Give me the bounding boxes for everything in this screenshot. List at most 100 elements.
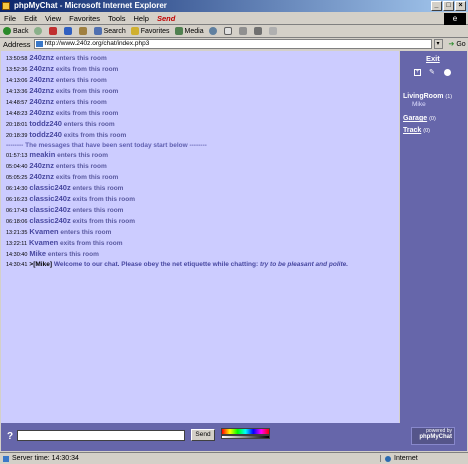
color-picker[interactable] <box>221 428 270 435</box>
menu-favorites[interactable]: Favorites <box>69 14 100 23</box>
favorites-button[interactable]: Favorites <box>130 27 170 35</box>
message-row: 06:14:30 classic240z enters this room <box>6 183 394 194</box>
message-nick[interactable]: Kvamen <box>29 227 58 236</box>
print-button[interactable] <box>238 27 249 35</box>
message-time: 05:05:25 <box>6 175 28 181</box>
message-time: 06:18:06 <box>6 219 28 225</box>
message-text: exits from this room <box>55 66 119 73</box>
message-nick[interactable]: classic240z <box>29 216 70 225</box>
users-icon[interactable]: ✎ <box>429 69 436 76</box>
forward-button[interactable] <box>33 27 44 35</box>
message-nick[interactable]: Kvamen <box>29 238 58 247</box>
message-nick[interactable]: 240znz <box>29 53 54 62</box>
powered-by-logo[interactable]: powered by phpMyChat <box>411 427 455 445</box>
history-icon <box>208 27 217 35</box>
message-nick[interactable]: 240znz <box>29 86 54 95</box>
add-room-icon[interactable]: + <box>414 69 421 76</box>
message-nick[interactable]: toddz240 <box>29 130 62 139</box>
discuss-button[interactable] <box>268 27 279 35</box>
address-dropdown-icon[interactable]: ▾ <box>433 39 443 49</box>
address-label: Address <box>3 39 31 49</box>
home-button[interactable] <box>78 27 89 35</box>
message-row: 06:17:43 classic240z enters this room <box>6 205 394 216</box>
media-button[interactable]: Media <box>174 27 204 35</box>
room-garage[interactable]: Garage (0) <box>403 115 436 122</box>
room-user[interactable]: Mike <box>412 101 426 108</box>
message-nick[interactable]: 240znz <box>29 108 54 117</box>
message-row: 14:30:40 Mike enters this room <box>6 249 394 260</box>
menu-send[interactable]: Send <box>157 14 175 23</box>
shade-picker[interactable] <box>221 435 270 439</box>
edit-button[interactable] <box>253 27 264 35</box>
menu-tools[interactable]: Tools <box>108 14 126 23</box>
message-nick[interactable]: 240znz <box>29 97 54 106</box>
message-time: 13:22:11 <box>6 241 28 247</box>
message-text: exits from this room <box>55 88 119 95</box>
message-time: 14:30:40 <box>6 252 28 258</box>
message-time: 13:52:36 <box>6 67 28 73</box>
message-nick[interactable]: classic240z <box>29 183 70 192</box>
message-nick[interactable]: toddz240 <box>29 119 62 128</box>
window-titlebar: phpMyChat - Microsoft Internet Explorer … <box>0 0 468 12</box>
message-nick[interactable]: classic240z <box>29 205 70 214</box>
mail-button[interactable] <box>223 27 234 35</box>
message-time: 14:48:57 <box>6 100 28 106</box>
search-button[interactable]: Search <box>93 27 126 35</box>
history-button[interactable] <box>208 27 219 35</box>
status-dot-icon <box>444 69 451 76</box>
message-nick[interactable]: 240znz <box>29 172 54 181</box>
message-text: enters this room <box>60 229 112 236</box>
help-icon[interactable]: ? <box>7 431 13 442</box>
message-nick[interactable]: 240znz <box>29 64 54 73</box>
message-time: 05:04:40 <box>6 164 28 170</box>
address-input[interactable]: http://www.240z.org/chat/index.php3 <box>33 39 432 49</box>
room-livingroom[interactable]: LivingRoom (1) <box>403 93 452 100</box>
message-row: 05:05:25 240znz exits from this room <box>6 172 394 183</box>
exit-link[interactable]: Exit <box>426 54 440 63</box>
message-nick[interactable]: 240znz <box>29 161 54 170</box>
back-button[interactable]: Back <box>3 27 29 35</box>
message-text: enters this room <box>72 185 124 192</box>
message-row: 01:57:13 meakin enters this room <box>6 150 394 161</box>
send-button[interactable]: Send <box>191 429 215 441</box>
menu-edit[interactable]: Edit <box>24 14 37 23</box>
maximize-button[interactable]: □ <box>443 1 454 11</box>
message-text: exits from this room <box>63 132 127 139</box>
page-icon <box>35 41 43 47</box>
window-title: phpMyChat - Microsoft Internet Explorer <box>14 1 167 10</box>
menubar: File Edit View Favorites Tools Help Send <box>0 12 468 25</box>
room-count: (1) <box>445 94 453 100</box>
message-nick[interactable]: Mike <box>29 249 46 258</box>
ie-app-icon <box>2 2 10 10</box>
search-icon <box>93 27 102 35</box>
message-nick[interactable]: classic240z <box>29 194 70 203</box>
menu-help[interactable]: Help <box>134 14 149 23</box>
refresh-button[interactable] <box>63 27 74 35</box>
menu-file[interactable]: File <box>4 14 16 23</box>
input-bar: ? Send powered by phpMyChat <box>1 423 467 451</box>
stop-button[interactable] <box>48 27 59 35</box>
message-text: exits from this room <box>55 174 119 181</box>
message-nick[interactable]: 240znz <box>29 75 54 84</box>
status-bar: Server time: 14:30:34 Internet <box>0 452 468 464</box>
zone-text: Internet <box>394 455 418 462</box>
menu-view[interactable]: View <box>45 14 61 23</box>
message-pane[interactable]: 13:50:58 240znz enters this room 13:52:36 2… <box>1 51 399 423</box>
go-button[interactable]: ➔ Go <box>449 40 466 48</box>
message-text: exits from this room <box>72 196 136 203</box>
room-track[interactable]: Track (0) <box>403 127 430 134</box>
message-time: 13:21:35 <box>6 230 28 236</box>
message-sender: >[Mike] <box>29 261 52 268</box>
close-button[interactable]: × <box>455 1 466 11</box>
room-name: LivingRoom <box>403 93 444 100</box>
message-italic: try to be pleasant and polite. <box>259 261 349 268</box>
forward-arrow-icon <box>33 27 42 35</box>
message-time: 14:30:41 <box>6 262 28 268</box>
message-nick[interactable]: meakin <box>29 150 55 159</box>
refresh-icon <box>63 27 72 35</box>
stop-icon <box>48 27 57 35</box>
message-input[interactable] <box>17 430 185 441</box>
status-text: Server time: 14:30:34 <box>12 455 79 462</box>
minimize-button[interactable]: _ <box>431 1 442 11</box>
address-bar: Address http://www.240z.org/chat/index.p… <box>0 38 468 50</box>
